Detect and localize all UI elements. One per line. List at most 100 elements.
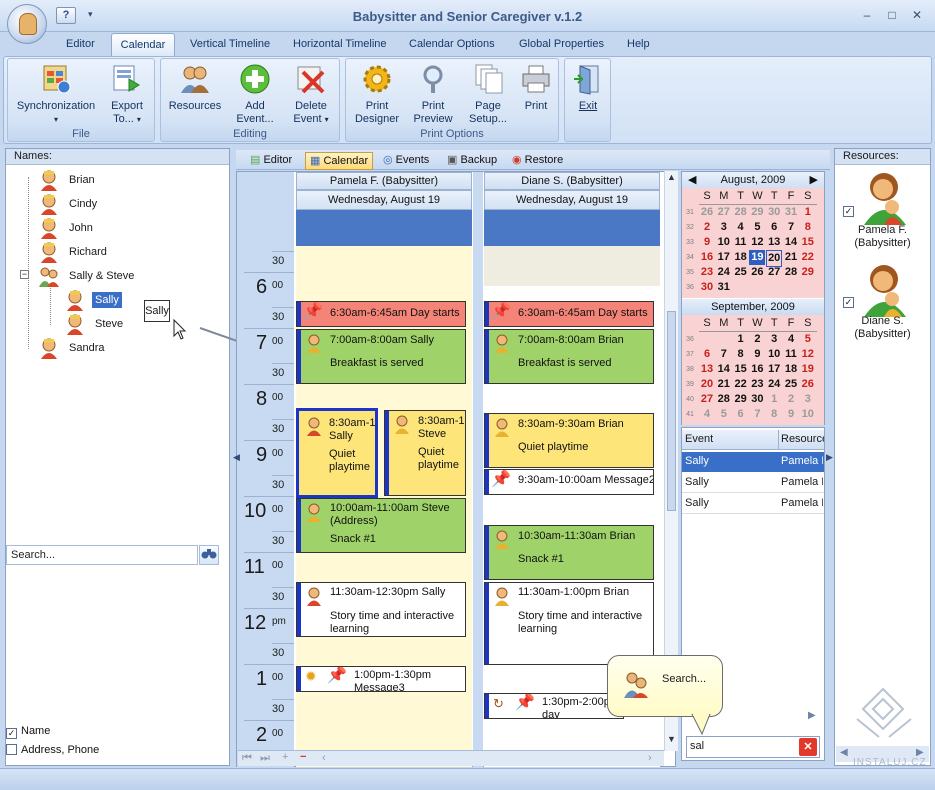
- event-message2[interactable]: 📌 9:30am-10:00am Message2: [484, 469, 654, 495]
- calendar-day[interactable]: 16: [749, 362, 765, 377]
- event-quiet-playtime-sally[interactable]: 8:30am-10 Sally Quiet playtime: [296, 408, 378, 498]
- scroll-right-icon[interactable]: ›: [648, 752, 652, 764]
- calendar-day[interactable]: 10: [766, 347, 782, 362]
- column-event[interactable]: Event: [682, 430, 779, 450]
- calendar-day[interactable]: 13: [699, 362, 715, 377]
- calendar-day[interactable]: 18: [733, 250, 749, 265]
- calendar-day[interactable]: 24: [716, 265, 732, 280]
- calendar-day[interactable]: 28: [783, 265, 799, 280]
- calendar-day[interactable]: 22: [800, 250, 816, 265]
- scroll-left-icon[interactable]: ‹: [322, 752, 326, 764]
- page-setup-button[interactable]: Page Setup...: [462, 63, 514, 126]
- calendar-day[interactable]: 27: [716, 205, 732, 220]
- calendar-day[interactable]: 1: [766, 392, 782, 407]
- grid-row[interactable]: Sally Pamela F: [682, 473, 824, 493]
- calendar-day[interactable]: 7: [749, 407, 765, 422]
- tree-item-cindy[interactable]: Cindy: [38, 192, 100, 216]
- calendar-day[interactable]: 25: [733, 265, 749, 280]
- view-tab-events[interactable]: ◎ Events: [379, 152, 433, 170]
- calendar-day[interactable]: 3: [800, 392, 816, 407]
- tree-item-sally-steve[interactable]: Sally & Steve: [38, 264, 137, 288]
- scroll-up-icon[interactable]: ▲: [667, 172, 676, 182]
- calendar-day[interactable]: 6: [699, 347, 715, 362]
- scroll-left-icon[interactable]: ◀: [840, 747, 848, 758]
- calendar-day[interactable]: 23: [749, 377, 765, 392]
- calendar-day[interactable]: 24: [766, 377, 782, 392]
- calendar-day[interactable]: 21: [716, 377, 732, 392]
- event-day-starts-diane[interactable]: 📌 6:30am-6:45am Day starts: [484, 301, 654, 327]
- calendar-day[interactable]: 15: [800, 235, 816, 250]
- calendar-day[interactable]: 2: [783, 392, 799, 407]
- calendar-day[interactable]: 26: [699, 205, 715, 220]
- resources-button[interactable]: Resources: [167, 63, 223, 113]
- calendar-day[interactable]: 19: [749, 250, 766, 265]
- event-recurring-day[interactable]: ↻ 📌 1:30pm-2:00p day: [484, 693, 624, 719]
- name-checkbox[interactable]: ✓: [6, 728, 17, 739]
- view-tab-backup[interactable]: ▣ Backup: [443, 152, 501, 170]
- calendar-day[interactable]: 30: [766, 205, 782, 220]
- calendar-day[interactable]: 7: [783, 220, 799, 235]
- resource-checkbox-pamela[interactable]: ✓: [843, 206, 854, 217]
- event-quiet-playtime-brian[interactable]: 8:30am-9:30am Brian Quiet playtime: [484, 413, 654, 468]
- calendar-day[interactable]: 5: [800, 332, 816, 347]
- resource-checkbox-diane[interactable]: ✓: [843, 297, 854, 308]
- tree-collapse-icon[interactable]: −: [20, 270, 29, 279]
- app-menu-button[interactable]: [7, 4, 47, 44]
- calendar-day[interactable]: 31: [716, 280, 732, 295]
- view-tab-editor[interactable]: ▤ Editor: [246, 152, 296, 170]
- calendar-day[interactable]: 12: [800, 347, 816, 362]
- grid-row[interactable]: Sally Pamela F: [682, 452, 824, 472]
- calendar-day[interactable]: 29: [733, 392, 749, 407]
- prev-month-icon[interactable]: ◀: [688, 172, 696, 188]
- calendar-day[interactable]: 21: [783, 250, 799, 265]
- calendar-day[interactable]: 27: [699, 392, 715, 407]
- event-snack-steve[interactable]: 10:00am-11:00am Steve (Address) Snack #1: [296, 498, 466, 553]
- calendar-day[interactable]: 22: [733, 377, 749, 392]
- calendar-day[interactable]: 2: [749, 332, 765, 347]
- calendar-day[interactable]: 28: [716, 392, 732, 407]
- calendar-day[interactable]: 1: [733, 332, 749, 347]
- calendar-day[interactable]: 20: [699, 377, 715, 392]
- calendar-day[interactable]: 9: [783, 407, 799, 422]
- grid-scroll-right-icon[interactable]: ▶: [808, 710, 816, 721]
- maximize-button[interactable]: □: [884, 8, 900, 22]
- synchronization-button[interactable]: Synchronization ▾: [16, 63, 96, 126]
- expand-panel-icon[interactable]: ▶: [826, 452, 833, 463]
- event-day-starts[interactable]: 📌 6:30am-6:45am Day starts: [296, 301, 466, 327]
- tab-help[interactable]: Help: [627, 38, 650, 50]
- search-binoculars-button[interactable]: [199, 545, 219, 565]
- close-button[interactable]: ✕: [909, 8, 925, 22]
- event-snack-brian[interactable]: 10:30am-11:30am Brian Snack #1: [484, 525, 654, 580]
- tree-item-steve[interactable]: Steve: [64, 312, 126, 336]
- scroll-thumb[interactable]: [667, 311, 676, 511]
- calendar-day[interactable]: 18: [783, 362, 799, 377]
- calendar-day[interactable]: 5: [716, 407, 732, 422]
- calendar-day[interactable]: 17: [716, 250, 732, 265]
- first-icon[interactable]: ⏮: [242, 752, 252, 765]
- calendar-day[interactable]: 8: [800, 220, 816, 235]
- tab-global-properties[interactable]: Global Properties: [519, 38, 604, 50]
- calendar-day[interactable]: 28: [733, 205, 749, 220]
- calendar-day[interactable]: 14: [783, 235, 799, 250]
- calendar-day[interactable]: 26: [749, 265, 765, 280]
- add-small-icon[interactable]: +: [282, 751, 288, 763]
- event-story-time-sally[interactable]: 11:30am-12:30pm Sally Story time and int…: [296, 582, 466, 637]
- delete-event-button[interactable]: Delete Event ▾: [285, 63, 337, 126]
- calendar-day[interactable]: 4: [783, 332, 799, 347]
- calendar-day[interactable]: 8: [733, 347, 749, 362]
- calendar-day[interactable]: 4: [699, 407, 715, 422]
- last-icon[interactable]: ⏭: [260, 752, 270, 765]
- calendar-day[interactable]: 7: [716, 347, 732, 362]
- event-message3[interactable]: ✹ 📌 1:00pm-1:30pm Message3: [296, 666, 466, 692]
- calendar-day[interactable]: 30: [699, 280, 715, 295]
- calendar-day[interactable]: 19: [800, 362, 816, 377]
- calendar-day[interactable]: 3: [716, 220, 732, 235]
- calendar-day[interactable]: 9: [699, 235, 715, 250]
- calendar-day[interactable]: 4: [733, 220, 749, 235]
- tab-calendar[interactable]: Calendar: [111, 33, 175, 57]
- calendar-day[interactable]: 11: [783, 347, 799, 362]
- calendar-day[interactable]: 10: [716, 235, 732, 250]
- address-phone-checkbox[interactable]: [6, 744, 17, 755]
- tree-item-richard[interactable]: Richard: [38, 240, 110, 264]
- export-button[interactable]: Export To... ▾: [104, 63, 150, 126]
